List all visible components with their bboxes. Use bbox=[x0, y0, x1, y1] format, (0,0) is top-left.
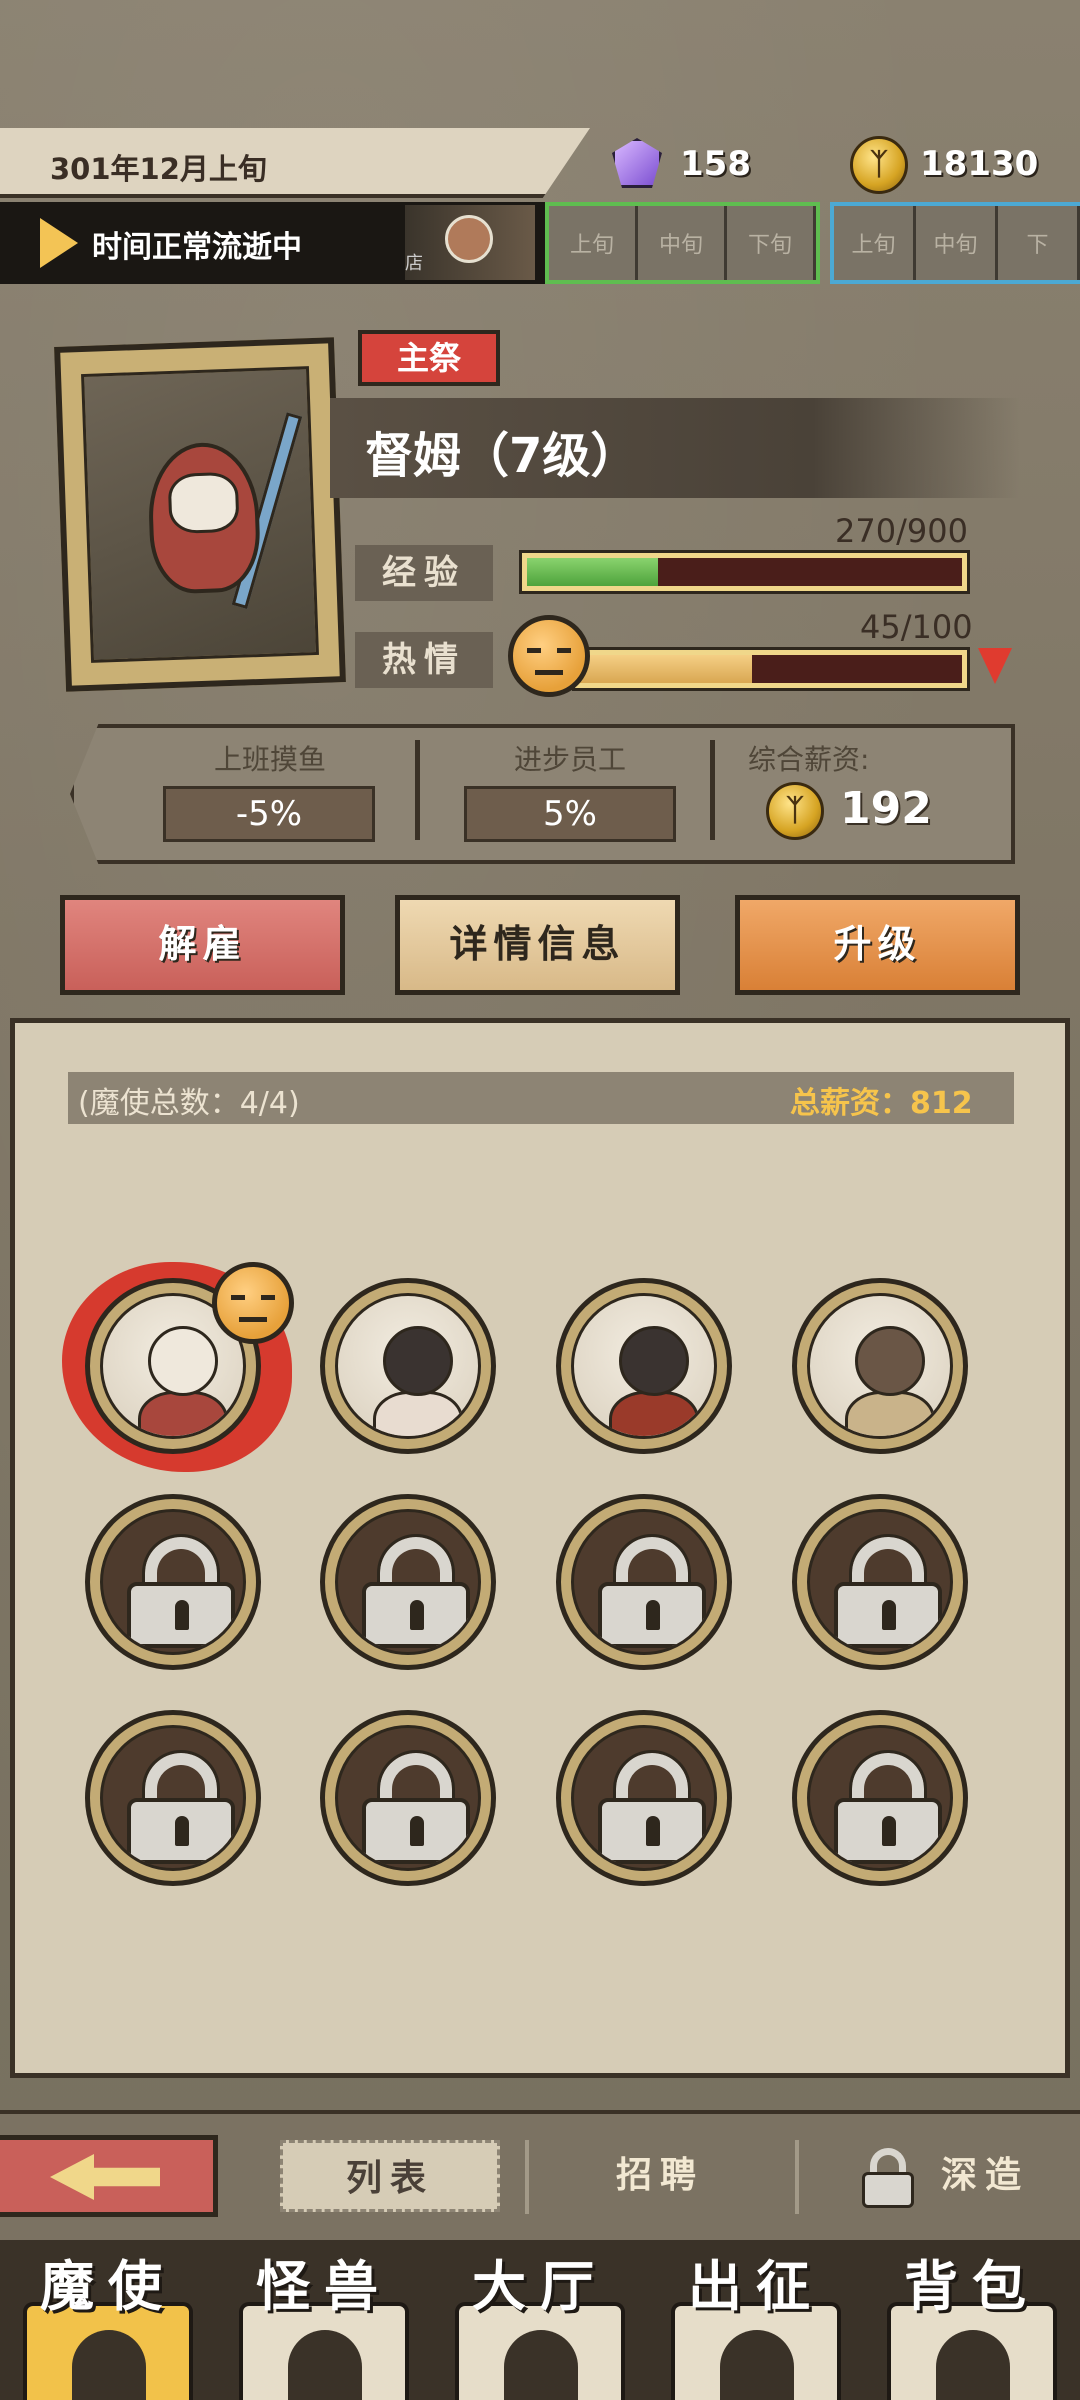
period-group-next: 上旬 中旬 下 bbox=[830, 202, 1080, 284]
crystal-count: 158 bbox=[680, 144, 751, 184]
period-next-late[interactable]: 下 bbox=[998, 206, 1080, 280]
coin-icon: ᛉ bbox=[850, 136, 908, 194]
salary-title: 综合薪资: bbox=[748, 743, 870, 776]
character-name: 督姆（7级） bbox=[365, 428, 639, 484]
divider bbox=[415, 740, 420, 840]
period-next-mid[interactable]: 中旬 bbox=[916, 206, 998, 280]
period-group-current: 上旬 中旬 下旬 bbox=[545, 202, 820, 284]
back-button[interactable] bbox=[0, 2135, 218, 2217]
tab-list[interactable]: 列表 bbox=[280, 2140, 500, 2212]
nav-hall[interactable]: 大厅 bbox=[432, 2242, 648, 2321]
nav-expedition[interactable]: 出征 bbox=[648, 2242, 864, 2321]
roster-slot-3[interactable] bbox=[556, 1278, 732, 1454]
locked-slot[interactable] bbox=[320, 1494, 496, 1670]
time-status: 时间正常流逝中 bbox=[92, 230, 302, 265]
details-button[interactable]: 详情信息 bbox=[395, 895, 680, 995]
coin-icon: ᛉ bbox=[766, 782, 824, 840]
divider bbox=[710, 740, 715, 840]
locked-slot[interactable] bbox=[320, 1710, 496, 1886]
passion-value: 45/100 bbox=[860, 608, 973, 646]
locked-slot[interactable] bbox=[85, 1494, 261, 1670]
passion-bar bbox=[572, 647, 970, 691]
back-arrow-icon bbox=[50, 2154, 160, 2200]
salary-value: 192 bbox=[840, 783, 932, 834]
trait-value-1[interactable]: -5% bbox=[163, 786, 375, 842]
time-avatar-label: 店 bbox=[405, 253, 423, 274]
period-mid[interactable]: 中旬 bbox=[638, 206, 727, 280]
locked-slot[interactable] bbox=[556, 1710, 732, 1886]
mood-neutral-icon bbox=[508, 615, 590, 697]
passion-bar-fill bbox=[580, 655, 752, 683]
role-badge: 主祭 bbox=[358, 330, 500, 386]
nav-backpack[interactable]: 背包 bbox=[864, 2242, 1080, 2321]
exp-label: 经验 bbox=[355, 545, 493, 601]
period-next-early[interactable]: 上旬 bbox=[834, 206, 916, 280]
exp-value: 270/900 bbox=[835, 512, 968, 550]
locked-slot[interactable] bbox=[792, 1710, 968, 1886]
locked-slot[interactable] bbox=[85, 1710, 261, 1886]
coin-count: 18130 bbox=[920, 144, 1039, 184]
trait-title-2: 进步员工 bbox=[513, 743, 626, 776]
roster-total-salary: 总薪资：812 bbox=[790, 1086, 973, 1121]
fire-button[interactable]: 解雇 bbox=[60, 895, 345, 995]
exp-bar bbox=[519, 550, 970, 594]
nav-demons[interactable]: 魔使 bbox=[0, 2242, 216, 2321]
roster-slot-4[interactable] bbox=[792, 1278, 968, 1454]
nav-monsters[interactable]: 怪兽 bbox=[216, 2242, 432, 2321]
game-date: 301年12月上旬 bbox=[50, 152, 267, 186]
exp-bar-fill bbox=[527, 558, 658, 586]
time-avatar: 店 bbox=[405, 205, 535, 280]
period-late[interactable]: 下旬 bbox=[727, 206, 816, 280]
tab-advanced-training[interactable]: 深造 bbox=[840, 2140, 1070, 2212]
tab-recruit[interactable]: 招聘 bbox=[555, 2140, 765, 2212]
character-portrait bbox=[54, 337, 346, 692]
divider bbox=[525, 2140, 529, 2214]
trait-value-2[interactable]: 5% bbox=[464, 786, 676, 842]
trait-title-1: 上班摸鱼 bbox=[213, 743, 326, 776]
mood-neutral-icon bbox=[212, 1262, 294, 1344]
divider bbox=[795, 2140, 799, 2214]
roster-slot-2[interactable] bbox=[320, 1278, 496, 1454]
locked-slot[interactable] bbox=[556, 1494, 732, 1670]
locked-slot[interactable] bbox=[792, 1494, 968, 1670]
upgrade-button[interactable]: 升级 bbox=[735, 895, 1020, 995]
period-early[interactable]: 上旬 bbox=[549, 206, 638, 280]
roster-count: (魔使总数：4/4) bbox=[78, 1086, 300, 1121]
passion-label: 热情 bbox=[355, 632, 493, 688]
